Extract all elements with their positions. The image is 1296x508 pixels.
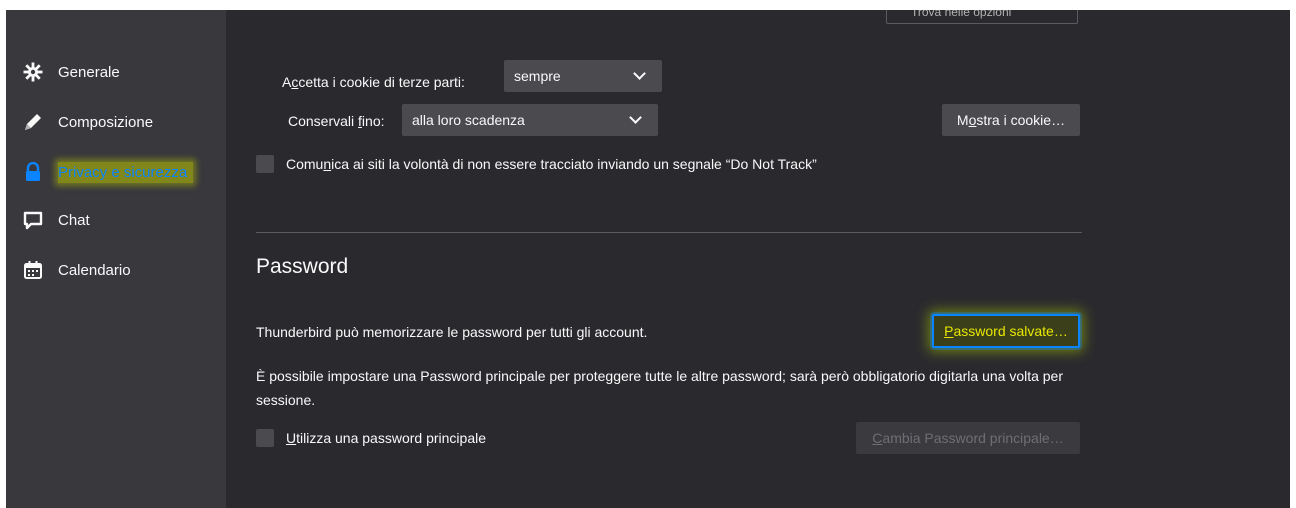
password-save-text: Thunderbird può memorizzare le password … [256, 324, 648, 340]
do-not-track-checkbox[interactable] [256, 155, 274, 173]
section-divider [256, 232, 1082, 233]
lock-icon [22, 161, 44, 183]
chevron-down-icon [633, 67, 646, 80]
use-primary-password-label: Utilizza una password principale [286, 430, 486, 446]
keep-cookies-label: Conservali fino: [288, 113, 385, 129]
sidebar-item-chat[interactable]: Chat [22, 204, 96, 236]
primary-password-description: È possibile impostare una Password princ… [256, 368, 1064, 408]
third-party-cookies-label: Accetta i cookie di terze parti: [282, 74, 465, 90]
sidebar-item-label: Composizione [58, 113, 154, 131]
saved-passwords-button[interactable]: Password salvate… [932, 314, 1080, 348]
sidebar: Generale Composizione Privacy e sicurezz… [6, 10, 226, 508]
preferences-window: Generale Composizione Privacy e sicurezz… [6, 10, 1290, 508]
sidebar-item-privacy[interactable]: Privacy e sicurezza [22, 156, 194, 188]
calendar-icon [22, 259, 44, 281]
select-value: alla loro scadenza [412, 112, 525, 128]
search-placeholder: Trova nelle opzioni [911, 10, 1012, 19]
pencil-icon [22, 111, 44, 133]
chevron-down-icon [629, 111, 642, 124]
sidebar-item-label: Calendario [58, 261, 131, 279]
do-not-track-label: Comunica ai siti la volontà di non esser… [286, 156, 817, 172]
sidebar-item-generale[interactable]: Generale [22, 56, 126, 88]
keep-cookies-select[interactable]: alla loro scadenza [402, 104, 658, 136]
use-primary-password-checkbox[interactable] [256, 429, 274, 447]
sidebar-item-label: Chat [58, 211, 90, 229]
sidebar-item-calendario[interactable]: Calendario [22, 254, 137, 286]
third-party-cookies-select[interactable]: sempre [504, 60, 662, 92]
gear-icon [22, 61, 44, 83]
change-primary-password-button[interactable]: Cambia Password principale… [856, 422, 1080, 454]
search-input[interactable]: Trova nelle opzioni [886, 10, 1078, 24]
select-value: sempre [514, 68, 561, 84]
sidebar-item-label: Generale [58, 63, 120, 81]
show-cookies-button[interactable]: Mo stra i cookie… [942, 104, 1080, 136]
sidebar-item-label: Privacy e sicurezza [58, 161, 194, 183]
chat-icon [22, 209, 44, 231]
sidebar-item-composizione[interactable]: Composizione [22, 106, 159, 138]
password-heading: Password [256, 255, 349, 278]
